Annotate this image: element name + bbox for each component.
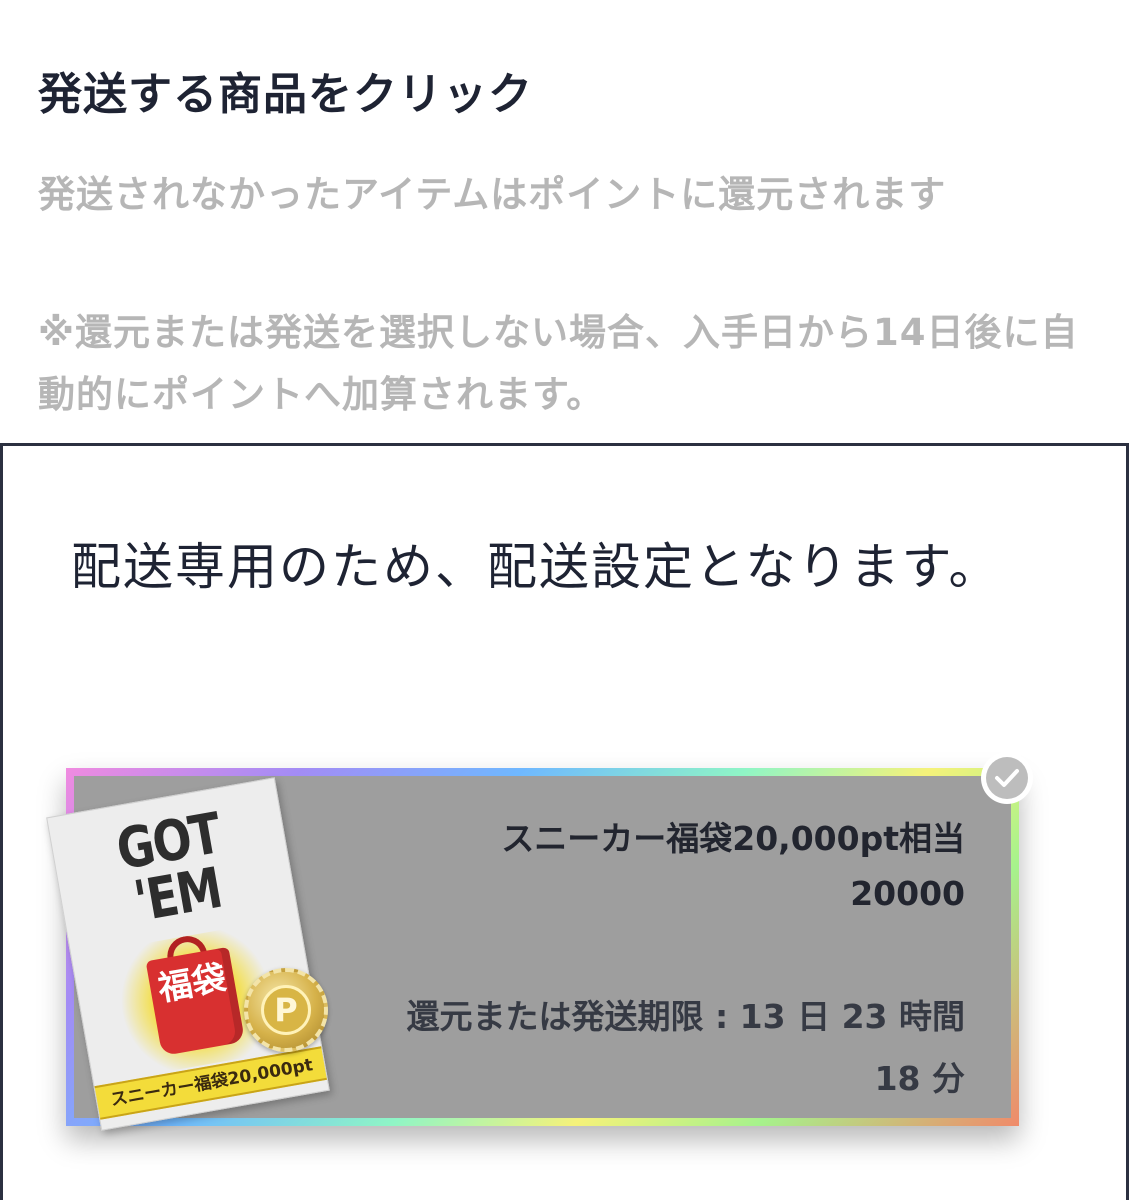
return-info-text: 発送されなかったアイテムはポイントに還元されます (38, 173, 947, 216)
item-select-checkbox[interactable] (981, 752, 1033, 804)
point-coin-icon: P (244, 968, 328, 1052)
dialog-message: 配送専用のため、配送設定となります。 (71, 538, 1001, 596)
auto-add-notice: ※還元または発送を選択しない場合、入手日から14日後に自動的にポイントへ加算され… (38, 311, 1079, 416)
coin-label: P (261, 985, 311, 1035)
item-points: 20000 (850, 874, 965, 913)
thumbnail-logo: GOT 'EM (111, 801, 226, 935)
page-title: 発送する商品をクリック (38, 69, 533, 120)
item-deadline-minutes: 18 分 (874, 1059, 965, 1098)
item-deadline: 還元または発送期限 : 13 日 23 時間 (406, 997, 966, 1036)
item-name: スニーカー福袋20,000pt相当 (501, 819, 965, 858)
check-icon (986, 757, 1028, 799)
